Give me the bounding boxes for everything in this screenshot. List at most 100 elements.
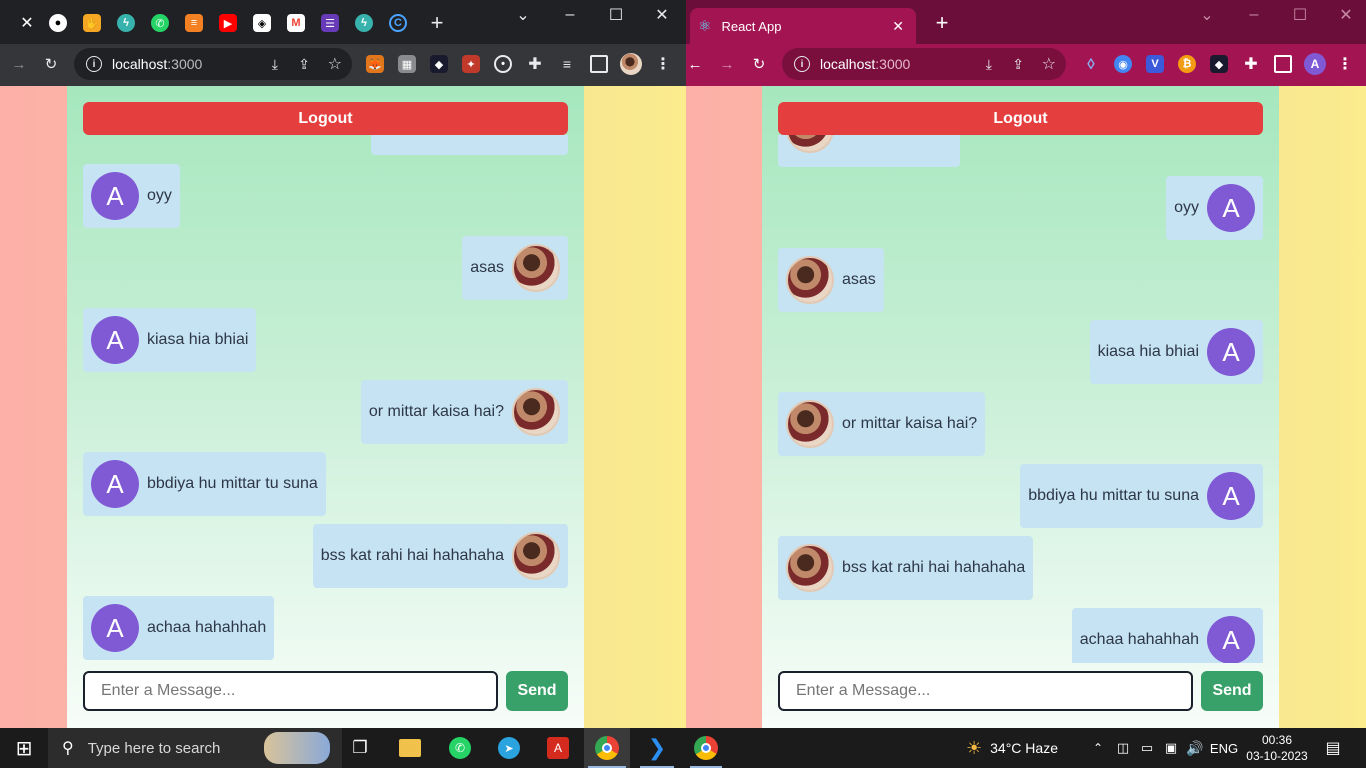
drop-icon[interactable]: ◊ [1082, 55, 1100, 73]
close-tab-icon[interactable]: ✕ [18, 14, 36, 32]
diamond-icon[interactable]: ◆ [1210, 55, 1228, 73]
chat-message: A bbdiya hu mittar tu suna [83, 452, 326, 516]
extension-icon[interactable]: ▦ [398, 55, 416, 73]
whatsapp-icon[interactable]: ✆ [442, 728, 478, 768]
notifications-icon[interactable]: ▤ [1318, 728, 1348, 768]
user-avatar: A [91, 316, 139, 364]
youtube-icon[interactable]: ▶ [219, 14, 237, 32]
vscode-icon[interactable]: ❯ [634, 728, 680, 768]
vue-icon[interactable]: V [1146, 55, 1164, 73]
react-icon: ⚛ [698, 18, 712, 35]
logout-button[interactable]: Logout [778, 102, 1263, 135]
clock[interactable]: 00:36 03-10-2023 [1242, 728, 1312, 768]
chevron-up-icon[interactable]: ⌃ [1088, 728, 1108, 768]
task-view-icon[interactable]: ❐ [342, 728, 378, 768]
tab-react-app[interactable]: ⚛ React App ✕ [690, 8, 916, 44]
reload-icon[interactable]: ↻ [42, 55, 60, 73]
reload-icon[interactable]: ↻ [750, 55, 768, 73]
github-icon[interactable]: ● [49, 14, 67, 32]
tab-search-icon[interactable]: ⌄ [1184, 4, 1230, 26]
url-text: localhost:3000 [112, 56, 203, 72]
chat-message: bss kat rahi hai hahahaha [778, 536, 1034, 600]
maximize-icon[interactable]: ☐ [593, 4, 639, 26]
close-window-icon[interactable]: ✕ [639, 4, 685, 26]
taskbar-search[interactable]: ⚲ Type here to search [48, 728, 342, 768]
user-avatar-photo [786, 400, 834, 448]
bookmark-star-icon[interactable]: ☆ [328, 54, 342, 74]
send-button[interactable]: Send [1201, 671, 1263, 711]
forms-icon[interactable]: ☰ [321, 14, 339, 32]
fire-icon[interactable]: ✋ [83, 14, 101, 32]
close-tab-icon[interactable]: ✕ [892, 18, 904, 35]
battery-icon[interactable]: ▭ [1136, 728, 1158, 768]
record-icon[interactable]: • [494, 55, 512, 73]
message-input[interactable] [83, 671, 498, 711]
address-bar[interactable]: i localhost:3000 ⤓ ⇪ ☆ [782, 48, 1066, 80]
chat-message: A achaa hahahhah [83, 596, 275, 660]
address-bar[interactable]: i localhost:3000 ⤓ ⇪ ☆ [74, 48, 352, 80]
loop-icon[interactable]: C [389, 14, 407, 32]
acrobat-icon[interactable]: A [540, 728, 576, 768]
send-button[interactable]: Send [506, 671, 568, 711]
chrome-icon[interactable] [683, 728, 729, 768]
tab-title: React App [721, 18, 782, 34]
logout-button[interactable]: Logout [83, 102, 568, 135]
puzzle-icon[interactable]: ✚ [1242, 55, 1260, 73]
file-explorer-icon[interactable] [392, 728, 428, 768]
share-icon[interactable]: ⇪ [1012, 56, 1024, 73]
whatsapp-icon[interactable]: ✆ [151, 14, 169, 32]
chat-messages[interactable]: A oyy asas A kiasa hia bhiai or mittar k… [778, 135, 1263, 663]
back-icon[interactable]: ← [686, 55, 704, 73]
stackoverflow-icon[interactable]: ≡ [185, 14, 203, 32]
tab-search-icon[interactable]: ⌄ [500, 4, 546, 26]
gmail-icon[interactable]: M [287, 14, 305, 32]
chrome-icon[interactable] [584, 728, 630, 768]
search-icon: ⚲ [62, 740, 74, 757]
forward-icon[interactable]: → [10, 55, 28, 73]
menu-icon[interactable]: ⋮ [1336, 55, 1354, 73]
bookmark-star-icon[interactable]: ☆ [1042, 54, 1056, 74]
extension-icon[interactable]: ✦ [462, 55, 480, 73]
install-icon[interactable]: ⤓ [272, 56, 278, 73]
puzzle-icon[interactable]: ✚ [526, 55, 544, 73]
message-composer: Send [83, 671, 568, 713]
extension-icon[interactable]: ₿ [1178, 55, 1196, 73]
language-indicator[interactable]: ENG [1208, 728, 1240, 768]
info-icon[interactable]: i [86, 56, 102, 72]
share-icon[interactable]: ⇪ [298, 56, 310, 73]
close-window-icon[interactable]: ✕ [1323, 4, 1366, 26]
new-tab-icon[interactable]: + [933, 10, 951, 35]
minimize-icon[interactable]: – [1231, 4, 1277, 26]
message-text: achaa hahahhah [147, 619, 267, 636]
codepen-icon[interactable]: ◈ [253, 14, 271, 32]
weather-widget[interactable]: ☀ 34°C Haze [966, 728, 1078, 768]
forward-icon[interactable]: → [718, 55, 736, 73]
media-icon[interactable]: ≡ [558, 55, 576, 73]
profile-avatar[interactable] [620, 53, 642, 75]
profile-avatar[interactable]: A [1304, 53, 1326, 75]
network-icon[interactable]: ▣ [1160, 728, 1182, 768]
chat-app: Logout A oyy asas A kiasa hia bhiai or m… [67, 86, 584, 728]
new-tab-icon[interactable]: + [428, 10, 446, 35]
lightning-icon[interactable]: ϟ [117, 14, 135, 32]
message-text: asas [470, 259, 504, 276]
chat-message: asas [778, 248, 884, 312]
lightning-icon[interactable]: ϟ [355, 14, 373, 32]
install-icon[interactable]: ⤓ [986, 56, 992, 73]
message-input[interactable] [778, 671, 1193, 711]
volume-icon[interactable]: 🔊 [1184, 728, 1206, 768]
maximize-icon[interactable]: ☐ [1277, 4, 1323, 26]
minimize-icon[interactable]: – [547, 4, 593, 26]
camera-icon[interactable]: ◫ [1112, 728, 1134, 768]
chat-messages[interactable]: A oyy asas A kiasa hia bhiai or mittar k… [83, 135, 568, 663]
page-viewport: Logout A oyy asas A kiasa hia bhiai or m… [686, 86, 1366, 728]
menu-icon[interactable]: ⋮ [654, 55, 672, 73]
metamask-icon[interactable]: 🦊 [366, 55, 384, 73]
extension-icon[interactable]: ◉ [1114, 55, 1132, 73]
sidepanel-icon[interactable] [590, 55, 608, 73]
telegram-icon[interactable]: ➤ [491, 728, 527, 768]
sidepanel-icon[interactable] [1274, 55, 1292, 73]
diamond-icon[interactable]: ◆ [430, 55, 448, 73]
info-icon[interactable]: i [794, 56, 810, 72]
windows-start-icon[interactable]: ⊞ [0, 728, 48, 768]
